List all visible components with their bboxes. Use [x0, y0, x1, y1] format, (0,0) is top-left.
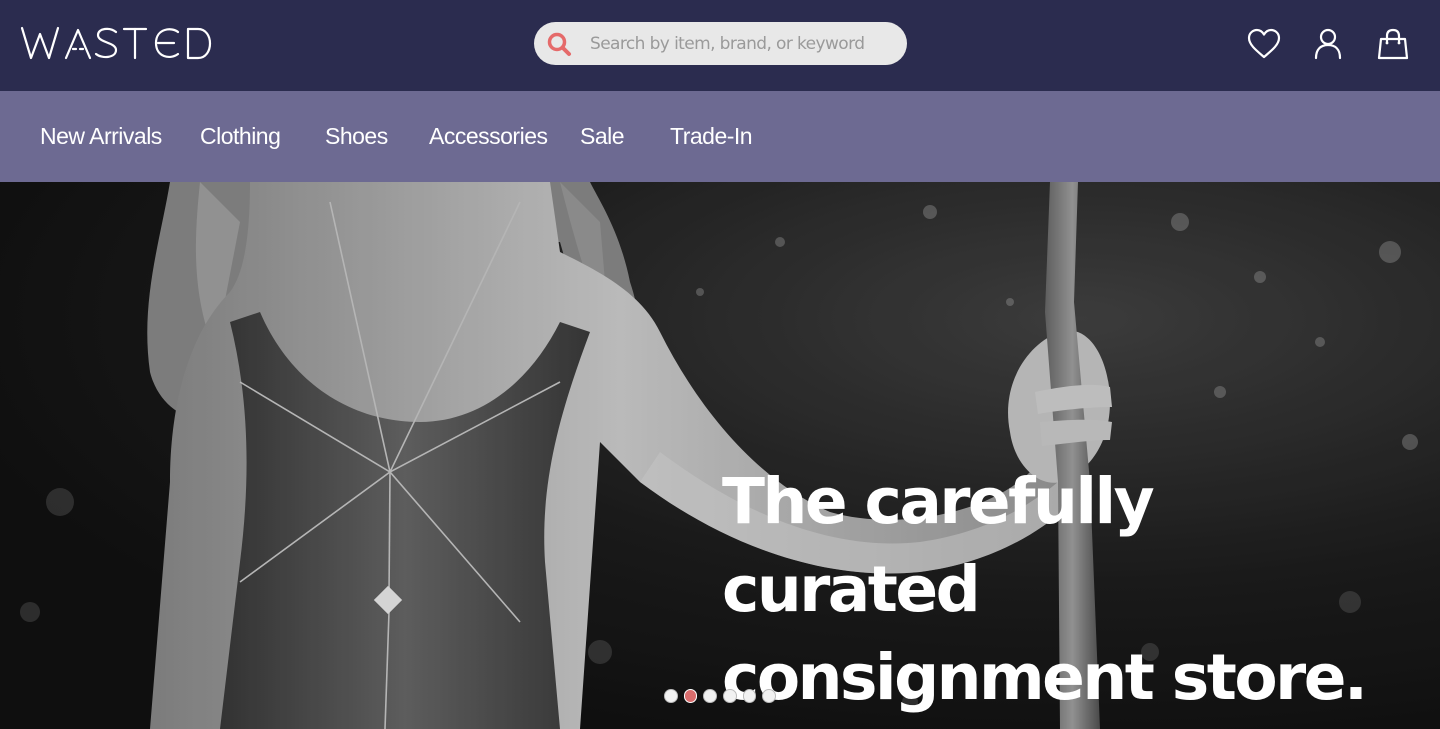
user-icon[interactable] — [1313, 28, 1343, 60]
account-button[interactable] — [1310, 26, 1346, 62]
nav-item-new-arrivals[interactable]: New Arrivals — [40, 91, 162, 182]
carousel-dot-1[interactable] — [664, 689, 678, 703]
hero-carousel: The carefully curated consignment store. — [0, 182, 1440, 729]
brand-logo[interactable] — [20, 24, 220, 64]
search-bar[interactable] — [534, 22, 907, 65]
nav-item-clothing[interactable]: Clothing — [200, 91, 281, 182]
nav-item-trade-in[interactable]: Trade-In — [670, 91, 753, 182]
nav-item-accessories[interactable]: Accessories — [429, 91, 548, 182]
search-icon[interactable] — [546, 31, 572, 57]
carousel-pagination — [664, 689, 777, 703]
nav-item-sale[interactable]: Sale — [580, 91, 625, 182]
hero-headline: The carefully curated consignment store. — [722, 458, 1422, 722]
hero-headline-line-1: The carefully curated — [722, 465, 1155, 626]
top-header — [0, 0, 1440, 91]
carousel-dot-3[interactable] — [703, 689, 718, 703]
hero-headline-line-2: consignment store. — [722, 641, 1368, 714]
heart-icon[interactable] — [1247, 28, 1281, 60]
search-input[interactable] — [590, 22, 890, 65]
carousel-dot-6[interactable] — [762, 689, 777, 703]
wishlist-button[interactable] — [1246, 26, 1282, 62]
carousel-dot-2[interactable] — [683, 689, 698, 703]
carousel-dot-5[interactable] — [742, 689, 757, 703]
nav-item-shoes[interactable]: Shoes — [325, 91, 388, 182]
carousel-dot-4[interactable] — [723, 689, 737, 703]
shopping-bag-icon[interactable] — [1377, 28, 1409, 60]
main-nav: New Arrivals Clothing Shoes Accessories … — [0, 91, 1440, 182]
cart-button[interactable] — [1375, 26, 1411, 62]
